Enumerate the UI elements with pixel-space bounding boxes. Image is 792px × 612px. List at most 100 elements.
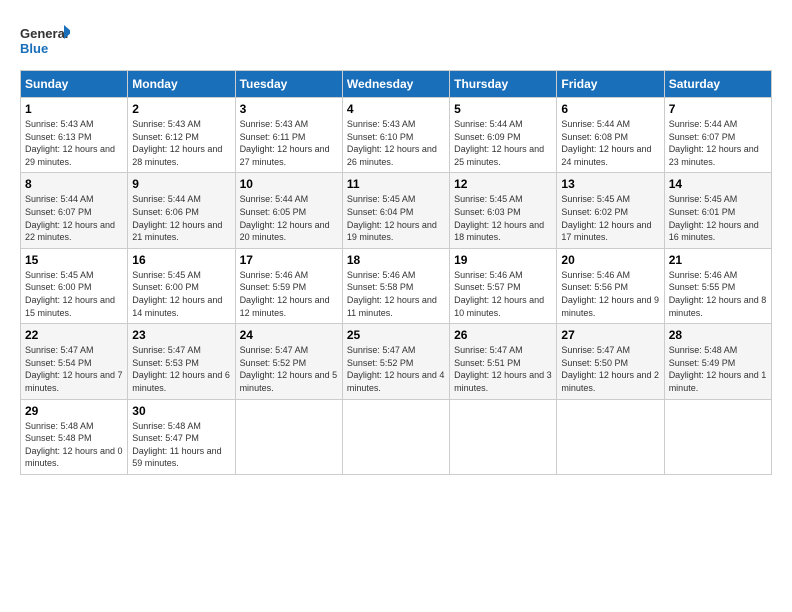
day-detail: Sunrise: 5:47 AMSunset: 5:53 PMDaylight:… (132, 345, 230, 393)
calendar-cell: 10 Sunrise: 5:44 AMSunset: 6:05 PMDaylig… (235, 173, 342, 248)
day-number: 10 (240, 177, 338, 191)
calendar-cell: 4 Sunrise: 5:43 AMSunset: 6:10 PMDayligh… (342, 98, 449, 173)
day-number: 21 (669, 253, 767, 267)
day-detail: Sunrise: 5:43 AMSunset: 6:11 PMDaylight:… (240, 119, 330, 167)
calendar-cell: 5 Sunrise: 5:44 AMSunset: 6:09 PMDayligh… (450, 98, 557, 173)
day-detail: Sunrise: 5:47 AMSunset: 5:50 PMDaylight:… (561, 345, 659, 393)
calendar-cell: 26 Sunrise: 5:47 AMSunset: 5:51 PMDaylig… (450, 324, 557, 399)
day-number: 19 (454, 253, 552, 267)
calendar-week-row: 1 Sunrise: 5:43 AMSunset: 6:13 PMDayligh… (21, 98, 772, 173)
day-detail: Sunrise: 5:45 AMSunset: 6:03 PMDaylight:… (454, 194, 544, 242)
calendar-cell: 19 Sunrise: 5:46 AMSunset: 5:57 PMDaylig… (450, 248, 557, 323)
day-number: 20 (561, 253, 659, 267)
day-number: 9 (132, 177, 230, 191)
calendar-cell: 17 Sunrise: 5:46 AMSunset: 5:59 PMDaylig… (235, 248, 342, 323)
column-header-tuesday: Tuesday (235, 71, 342, 98)
day-number: 30 (132, 404, 230, 418)
day-detail: Sunrise: 5:48 AMSunset: 5:47 PMDaylight:… (132, 421, 221, 469)
day-number: 11 (347, 177, 445, 191)
day-number: 23 (132, 328, 230, 342)
calendar-cell: 1 Sunrise: 5:43 AMSunset: 6:13 PMDayligh… (21, 98, 128, 173)
calendar-week-row: 8 Sunrise: 5:44 AMSunset: 6:07 PMDayligh… (21, 173, 772, 248)
calendar-cell: 23 Sunrise: 5:47 AMSunset: 5:53 PMDaylig… (128, 324, 235, 399)
day-detail: Sunrise: 5:44 AMSunset: 6:07 PMDaylight:… (25, 194, 115, 242)
calendar-cell: 11 Sunrise: 5:45 AMSunset: 6:04 PMDaylig… (342, 173, 449, 248)
calendar-cell: 8 Sunrise: 5:44 AMSunset: 6:07 PMDayligh… (21, 173, 128, 248)
day-number: 28 (669, 328, 767, 342)
svg-text:General: General (20, 26, 68, 41)
calendar-cell: 20 Sunrise: 5:46 AMSunset: 5:56 PMDaylig… (557, 248, 664, 323)
column-header-sunday: Sunday (21, 71, 128, 98)
day-detail: Sunrise: 5:46 AMSunset: 5:59 PMDaylight:… (240, 270, 330, 318)
day-detail: Sunrise: 5:45 AMSunset: 6:00 PMDaylight:… (25, 270, 115, 318)
calendar-table: SundayMondayTuesdayWednesdayThursdayFrid… (20, 70, 772, 475)
day-number: 8 (25, 177, 123, 191)
logo-svg: General Blue (20, 20, 70, 60)
calendar-cell: 3 Sunrise: 5:43 AMSunset: 6:11 PMDayligh… (235, 98, 342, 173)
calendar-cell: 2 Sunrise: 5:43 AMSunset: 6:12 PMDayligh… (128, 98, 235, 173)
day-number: 29 (25, 404, 123, 418)
day-number: 2 (132, 102, 230, 116)
day-detail: Sunrise: 5:44 AMSunset: 6:09 PMDaylight:… (454, 119, 544, 167)
day-number: 22 (25, 328, 123, 342)
day-number: 17 (240, 253, 338, 267)
day-detail: Sunrise: 5:46 AMSunset: 5:55 PMDaylight:… (669, 270, 767, 318)
day-detail: Sunrise: 5:44 AMSunset: 6:07 PMDaylight:… (669, 119, 759, 167)
day-number: 15 (25, 253, 123, 267)
day-number: 1 (25, 102, 123, 116)
calendar-cell: 27 Sunrise: 5:47 AMSunset: 5:50 PMDaylig… (557, 324, 664, 399)
svg-text:Blue: Blue (20, 41, 48, 56)
calendar-header-row: SundayMondayTuesdayWednesdayThursdayFrid… (21, 71, 772, 98)
day-number: 7 (669, 102, 767, 116)
day-detail: Sunrise: 5:43 AMSunset: 6:10 PMDaylight:… (347, 119, 437, 167)
calendar-cell: 30 Sunrise: 5:48 AMSunset: 5:47 PMDaylig… (128, 399, 235, 474)
calendar-cell: 14 Sunrise: 5:45 AMSunset: 6:01 PMDaylig… (664, 173, 771, 248)
day-number: 4 (347, 102, 445, 116)
calendar-cell (664, 399, 771, 474)
day-number: 24 (240, 328, 338, 342)
calendar-cell: 12 Sunrise: 5:45 AMSunset: 6:03 PMDaylig… (450, 173, 557, 248)
column-header-thursday: Thursday (450, 71, 557, 98)
calendar-cell: 29 Sunrise: 5:48 AMSunset: 5:48 PMDaylig… (21, 399, 128, 474)
logo: General Blue (20, 20, 70, 60)
calendar-cell (557, 399, 664, 474)
calendar-cell: 16 Sunrise: 5:45 AMSunset: 6:00 PMDaylig… (128, 248, 235, 323)
calendar-cell: 21 Sunrise: 5:46 AMSunset: 5:55 PMDaylig… (664, 248, 771, 323)
calendar-week-row: 29 Sunrise: 5:48 AMSunset: 5:48 PMDaylig… (21, 399, 772, 474)
day-number: 6 (561, 102, 659, 116)
day-number: 12 (454, 177, 552, 191)
day-number: 26 (454, 328, 552, 342)
column-header-friday: Friday (557, 71, 664, 98)
day-detail: Sunrise: 5:46 AMSunset: 5:58 PMDaylight:… (347, 270, 437, 318)
calendar-cell (450, 399, 557, 474)
day-detail: Sunrise: 5:45 AMSunset: 6:00 PMDaylight:… (132, 270, 222, 318)
day-detail: Sunrise: 5:43 AMSunset: 6:12 PMDaylight:… (132, 119, 222, 167)
day-number: 14 (669, 177, 767, 191)
day-number: 13 (561, 177, 659, 191)
calendar-cell (342, 399, 449, 474)
day-detail: Sunrise: 5:48 AMSunset: 5:48 PMDaylight:… (25, 421, 123, 469)
day-number: 25 (347, 328, 445, 342)
calendar-cell: 7 Sunrise: 5:44 AMSunset: 6:07 PMDayligh… (664, 98, 771, 173)
column-header-wednesday: Wednesday (342, 71, 449, 98)
calendar-week-row: 15 Sunrise: 5:45 AMSunset: 6:00 PMDaylig… (21, 248, 772, 323)
calendar-cell: 25 Sunrise: 5:47 AMSunset: 5:52 PMDaylig… (342, 324, 449, 399)
day-detail: Sunrise: 5:48 AMSunset: 5:49 PMDaylight:… (669, 345, 767, 393)
day-number: 18 (347, 253, 445, 267)
day-number: 16 (132, 253, 230, 267)
day-detail: Sunrise: 5:45 AMSunset: 6:04 PMDaylight:… (347, 194, 437, 242)
column-header-saturday: Saturday (664, 71, 771, 98)
calendar-cell: 9 Sunrise: 5:44 AMSunset: 6:06 PMDayligh… (128, 173, 235, 248)
column-header-monday: Monday (128, 71, 235, 98)
calendar-cell: 22 Sunrise: 5:47 AMSunset: 5:54 PMDaylig… (21, 324, 128, 399)
calendar-cell: 6 Sunrise: 5:44 AMSunset: 6:08 PMDayligh… (557, 98, 664, 173)
calendar-cell: 18 Sunrise: 5:46 AMSunset: 5:58 PMDaylig… (342, 248, 449, 323)
day-detail: Sunrise: 5:47 AMSunset: 5:52 PMDaylight:… (347, 345, 445, 393)
calendar-cell (235, 399, 342, 474)
day-detail: Sunrise: 5:47 AMSunset: 5:51 PMDaylight:… (454, 345, 552, 393)
day-detail: Sunrise: 5:44 AMSunset: 6:05 PMDaylight:… (240, 194, 330, 242)
day-number: 3 (240, 102, 338, 116)
calendar-cell: 15 Sunrise: 5:45 AMSunset: 6:00 PMDaylig… (21, 248, 128, 323)
day-number: 27 (561, 328, 659, 342)
day-detail: Sunrise: 5:46 AMSunset: 5:57 PMDaylight:… (454, 270, 544, 318)
